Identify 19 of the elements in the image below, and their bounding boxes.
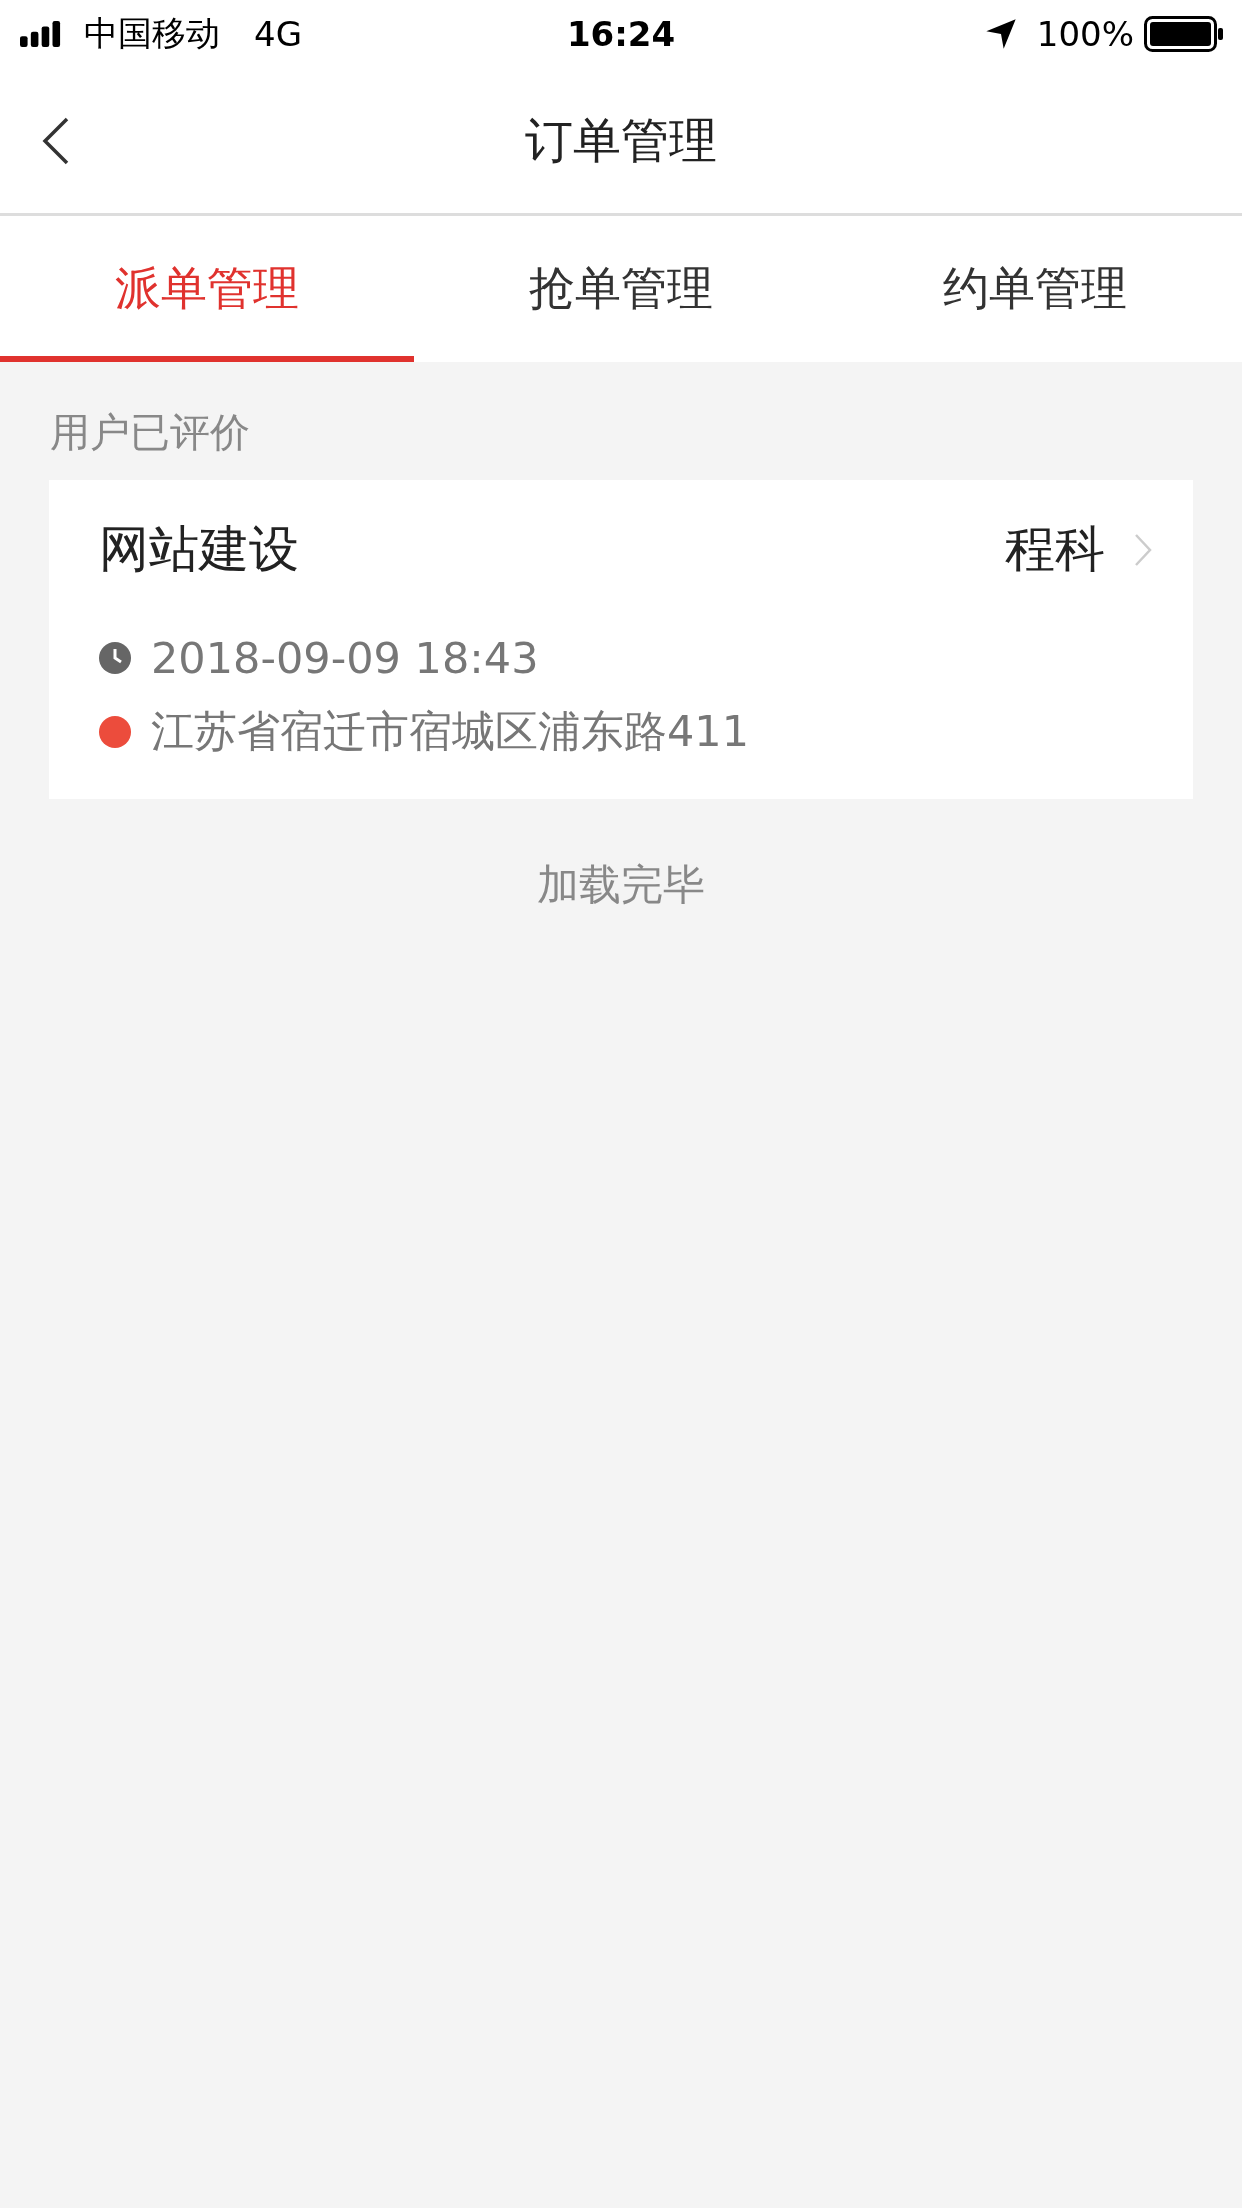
network-type: 4G [254,14,302,54]
carrier-name: 中国移动 [84,12,220,55]
clock-time: 16:24 [565,14,677,54]
tab[interactable]: 抢单管理 [414,216,828,362]
customer-name: 程科 [1005,519,1105,580]
order-card[interactable]: 网站建设 程科 2018-09-09 18:43 江苏省宿迁市宿城区浦东路411 [49,480,1193,799]
load-complete-text: 加载完毕 [536,859,706,911]
page-title: 订单管理 [525,110,717,170]
order-title: 网站建设 [99,519,299,580]
battery-icon [1144,16,1224,52]
clock-icon [99,642,131,674]
location-arrow-icon [984,18,1017,50]
battery-percent: 100% [1036,14,1134,54]
tab[interactable]: 约单管理 [828,216,1242,362]
order-time: 2018-09-09 18:43 [151,633,539,683]
tab[interactable]: 派单管理 [0,216,414,362]
section-label: 用户已评价 [50,408,251,457]
location-dot-icon [99,716,131,748]
order-address: 江苏省宿迁市宿城区浦东路411 [151,705,750,758]
